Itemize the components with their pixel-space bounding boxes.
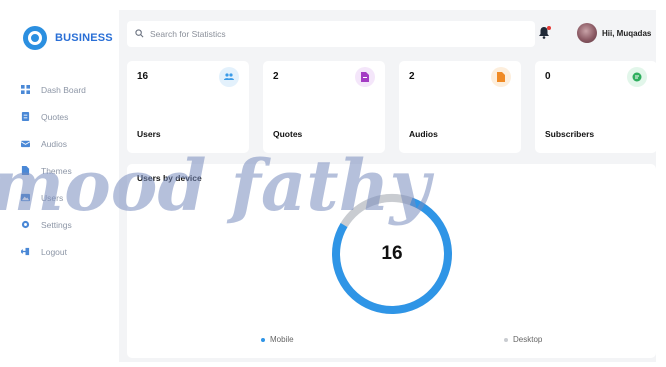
document-icon: [20, 112, 30, 122]
sidebar-item-label: Logout: [41, 246, 67, 257]
legend-desktop[interactable]: Desktop: [504, 335, 542, 344]
audio-icon: [491, 67, 511, 87]
logo-icon: [23, 26, 47, 50]
legend-label: Mobile: [270, 335, 294, 344]
sidebar-item-label: Audios: [41, 138, 67, 149]
sidebar: BUSINESS Dash Board Quotes Audios Themes…: [10, 10, 119, 362]
sidebar-item-label: Settings: [41, 219, 72, 230]
users-icon: [219, 67, 239, 87]
user-greeting: Hii, Muqadas: [602, 28, 652, 38]
sidebar-item-label: Dash Board: [41, 84, 86, 95]
brand-name: BUSINESS: [55, 32, 113, 44]
envelope-icon: [20, 139, 30, 149]
stat-value: 2: [409, 71, 415, 82]
stat-value: 0: [545, 71, 551, 82]
sidebar-item-logout[interactable]: Logout: [20, 238, 115, 265]
stat-value: 2: [273, 71, 279, 82]
donut-total: 16: [381, 243, 403, 264]
user-menu[interactable]: Hii, Muqadas: [577, 23, 651, 43]
notification-dot: [547, 26, 551, 30]
search-icon: [135, 25, 144, 43]
stat-cards: 16 Users 2 Quotes 2 Audios 0 Subscribers: [127, 61, 657, 153]
panel-title: Users by device: [137, 173, 202, 183]
avatar[interactable]: [577, 23, 597, 43]
sidebar-item-label: Themes: [41, 165, 72, 176]
stat-value: 16: [137, 71, 149, 82]
legend-dot: [261, 337, 265, 342]
search-input[interactable]: [150, 29, 510, 39]
stat-card-audios[interactable]: 2 Audios: [399, 61, 521, 153]
stat-card-users[interactable]: 16 Users: [127, 61, 249, 153]
legend-label: Desktop: [513, 335, 543, 344]
app-frame: BUSINESS Dash Board Quotes Audios Themes…: [10, 10, 657, 362]
file-icon: [20, 166, 30, 176]
stat-label: Audios: [409, 129, 438, 139]
users-by-device-panel: Users by device 16 Mobile Desktop: [127, 164, 656, 358]
stat-card-quotes[interactable]: 2 Quotes: [263, 61, 385, 153]
logout-icon: [20, 247, 30, 257]
subscriber-icon: [627, 67, 647, 87]
stat-label: Subscribers: [545, 129, 595, 139]
brand-logo[interactable]: BUSINESS: [23, 26, 113, 50]
sidebar-item-dashboard[interactable]: Dash Board: [20, 76, 115, 103]
stat-card-subscribers[interactable]: 0 Subscribers: [535, 61, 657, 153]
stat-label: Quotes: [273, 129, 303, 139]
grid-icon: [20, 85, 30, 95]
legend-dot: [504, 337, 508, 342]
image-icon: [20, 193, 30, 203]
sidebar-item-users[interactable]: Users: [20, 184, 115, 211]
legend-mobile[interactable]: Mobile: [261, 335, 294, 344]
sidebar-item-themes[interactable]: Themes: [20, 157, 115, 184]
sidebar-item-label: Users: [41, 192, 64, 203]
sidebar-item-settings[interactable]: Settings: [20, 211, 115, 238]
sidebar-item-quotes[interactable]: Quotes: [20, 103, 115, 130]
gear-icon: [20, 220, 30, 230]
sidebar-item-label: Quotes: [41, 111, 69, 122]
quote-icon: [355, 67, 375, 87]
search-bar[interactable]: [127, 21, 535, 47]
sidebar-menu: Dash Board Quotes Audios Themes Users Se…: [20, 76, 115, 265]
notifications-button[interactable]: [538, 26, 552, 40]
stat-label: Users: [137, 129, 161, 139]
sidebar-item-audios[interactable]: Audios: [20, 130, 115, 157]
